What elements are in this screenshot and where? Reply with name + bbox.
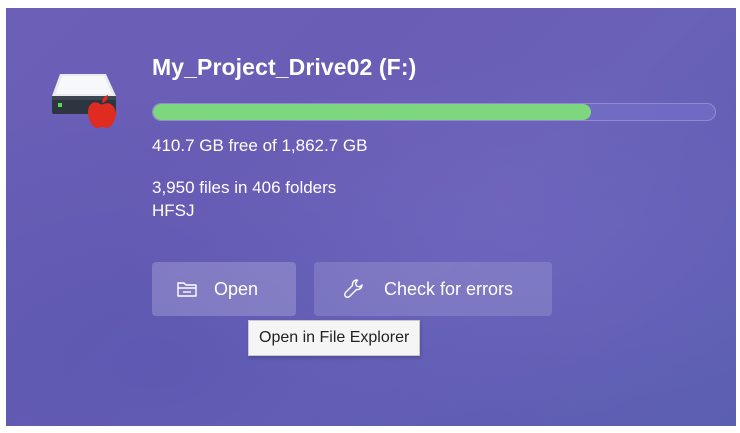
file-count-text: 3,950 files in 406 folders: [152, 178, 337, 197]
filesystem-text: HFSJ: [152, 201, 195, 220]
hard-drive-icon: [48, 68, 122, 132]
open-tooltip: Open in File Explorer: [248, 320, 421, 356]
check-for-errors-button[interactable]: Check for errors: [314, 262, 552, 316]
open-button-label: Open: [214, 278, 259, 299]
open-button[interactable]: Open: [152, 262, 296, 316]
check-for-errors-label: Check for errors: [384, 278, 514, 299]
drive-card: My_Project_Drive02 (F:) 410.7 GB free of…: [6, 8, 736, 426]
drive-title: My_Project_Drive02 (F:): [152, 54, 417, 80]
wrench-icon: [344, 279, 363, 298]
storage-usage-bar: [152, 103, 716, 121]
folder-icon: [177, 282, 197, 297]
storage-usage-fill: [153, 104, 592, 120]
free-space-text: 410.7 GB free of 1,862.7 GB: [152, 136, 368, 155]
